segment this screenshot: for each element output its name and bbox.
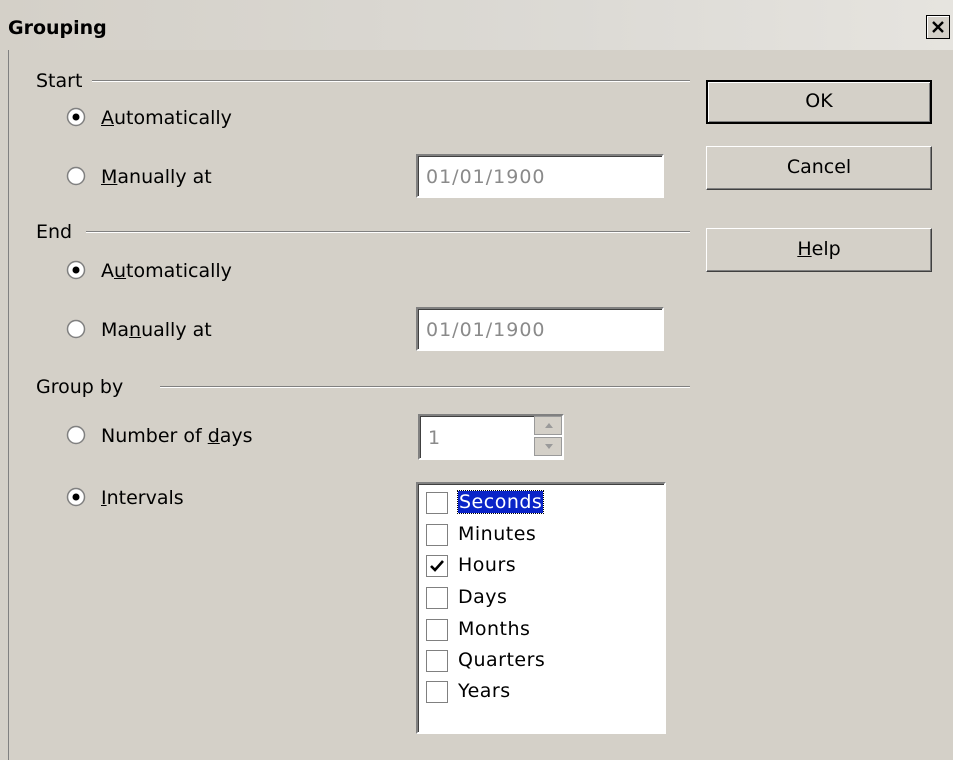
hours-checkbox[interactable] <box>426 555 448 577</box>
interval-label: Days <box>458 586 508 608</box>
number-of-days-label[interactable]: Number of days <box>101 425 253 447</box>
interval-label: Years <box>458 680 511 702</box>
interval-label: Quarters <box>458 649 546 671</box>
intervals-label[interactable]: Intervals <box>101 487 184 509</box>
group-by-section-label: Group by <box>36 376 124 398</box>
start-automatically-label[interactable]: Automatically <box>101 107 232 129</box>
start-divider <box>92 80 690 82</box>
close-icon <box>932 21 944 33</box>
seconds-checkbox[interactable] <box>426 492 448 514</box>
title-bar: Grouping <box>0 0 953 50</box>
start-automatically-radio[interactable] <box>66 107 86 127</box>
end-manually-label[interactable]: Manually at <box>101 319 212 341</box>
years-checkbox[interactable] <box>426 681 448 703</box>
radio-selected-icon <box>66 487 86 507</box>
arrow-down-icon <box>545 444 553 449</box>
quarters-checkbox[interactable] <box>426 650 448 672</box>
start-section-label: Start <box>36 70 83 92</box>
days-decrement-button[interactable] <box>534 437 562 456</box>
interval-label: Minutes <box>458 523 537 545</box>
cancel-button[interactable]: Cancel <box>706 146 932 190</box>
radio-selected-icon <box>66 260 86 280</box>
start-manually-radio[interactable] <box>66 166 86 186</box>
radio-selected-icon <box>66 107 86 127</box>
days-spinbox[interactable]: 1 <box>418 414 564 460</box>
dialog-title: Grouping <box>8 17 107 39</box>
checkmark-icon <box>430 560 444 572</box>
help-button[interactable]: Help <box>706 228 932 272</box>
end-date-field[interactable]: 01/01/1900 <box>416 307 664 351</box>
months-checkbox[interactable] <box>426 619 448 641</box>
end-automatically-label[interactable]: Automatically <box>101 260 232 282</box>
days-increment-button[interactable] <box>534 416 562 435</box>
minutes-checkbox[interactable] <box>426 524 448 546</box>
intervals-radio[interactable] <box>66 487 86 507</box>
start-date-field[interactable]: 01/01/1900 <box>416 154 664 198</box>
group-by-divider <box>160 386 690 388</box>
dialog-border <box>8 50 9 760</box>
end-section-label: End <box>36 221 73 243</box>
intervals-listbox[interactable]: Seconds Minutes Hours Days Months Quarte… <box>416 482 666 734</box>
end-manually-radio[interactable] <box>66 319 86 339</box>
end-divider <box>86 231 690 233</box>
start-manually-label[interactable]: Manually at <box>101 166 212 188</box>
interval-label: Seconds <box>456 490 545 514</box>
radio-unselected-icon <box>66 319 86 339</box>
number-of-days-radio[interactable] <box>66 425 86 445</box>
days-value: 1 <box>428 427 441 449</box>
ok-button[interactable]: OK <box>706 80 932 124</box>
end-automatically-radio[interactable] <box>66 260 86 280</box>
radio-unselected-icon <box>66 166 86 186</box>
interval-label: Hours <box>458 554 517 576</box>
radio-unselected-icon <box>66 425 86 445</box>
arrow-up-icon <box>545 423 553 428</box>
days-checkbox[interactable] <box>426 587 448 609</box>
interval-label: Months <box>458 618 531 640</box>
close-button[interactable] <box>926 15 950 39</box>
